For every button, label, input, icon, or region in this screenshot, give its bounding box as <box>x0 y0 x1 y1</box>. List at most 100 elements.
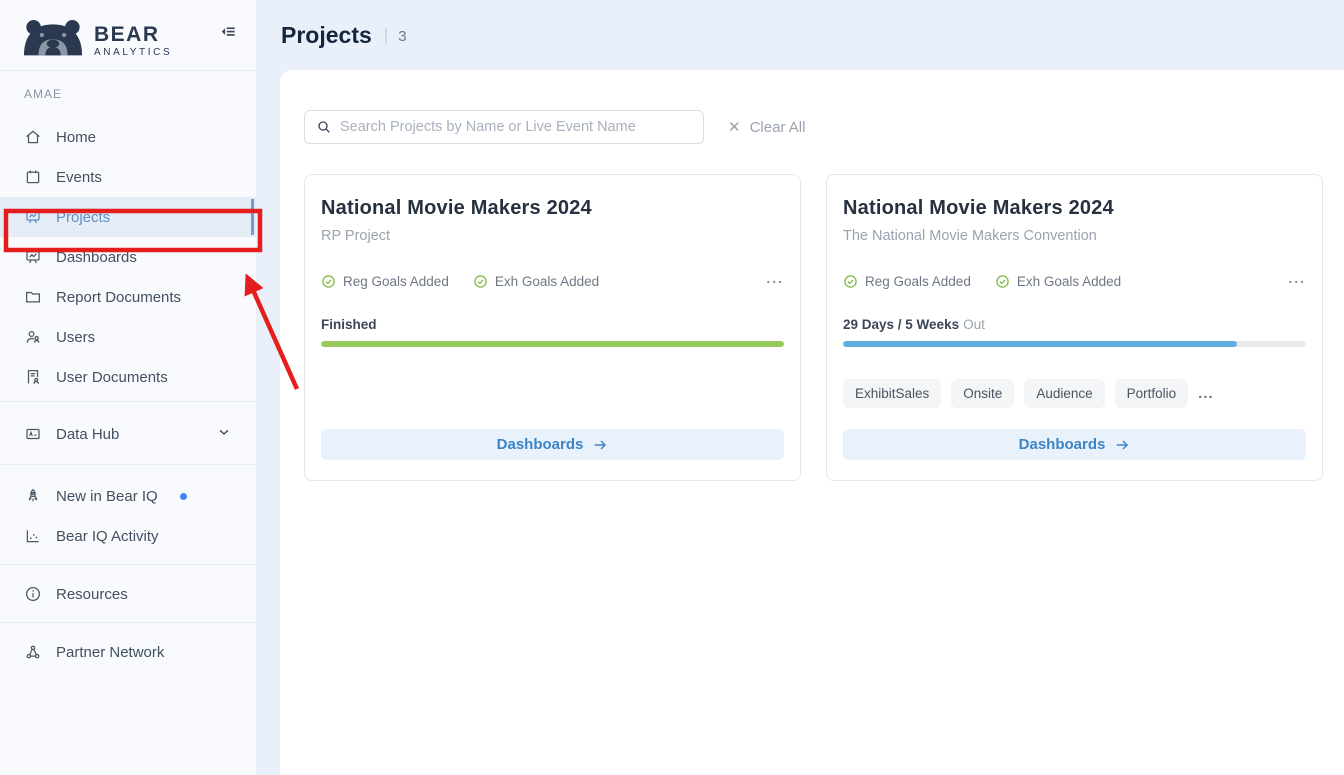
info-icon <box>24 585 42 603</box>
search-icon <box>316 119 332 135</box>
status-text: 29 Days / 5 Weeks <box>843 317 959 332</box>
sidebar-nav: Home Events Projects Dashboards <box>0 103 256 672</box>
project-card-list: National Movie Makers 2024 RP Project Re… <box>304 174 1323 481</box>
check-circle-icon <box>321 274 336 289</box>
sidebar-item-data-hub[interactable]: Data Hub <box>0 414 256 454</box>
arrow-right-icon <box>592 437 608 453</box>
goal-badge-label: Reg Goals Added <box>343 274 449 289</box>
check-circle-icon <box>995 274 1010 289</box>
sidebar-item-label: Data Hub <box>56 426 119 443</box>
presentation-chart-icon <box>24 208 42 226</box>
project-tag: Audience <box>1024 379 1104 408</box>
sidebar-item-home[interactable]: Home <box>0 117 256 157</box>
status-text: Finished <box>321 317 377 332</box>
search-box <box>304 110 704 144</box>
project-card: National Movie Makers 2024 RP Project Re… <box>304 174 801 481</box>
project-status: 29 Days / 5 Weeks Out <box>843 317 1306 332</box>
project-title: National Movie Makers 2024 <box>321 197 784 220</box>
clear-all-button[interactable]: ✕ Clear All <box>728 118 805 136</box>
project-tag: ExhibitSales <box>843 379 941 408</box>
filter-row: ✕ Clear All <box>304 110 1323 144</box>
presentation-chart-icon <box>24 248 42 266</box>
org-label: AMAE <box>0 71 256 103</box>
network-icon <box>24 643 42 661</box>
goal-badge: Exh Goals Added <box>473 274 599 289</box>
progress-bar <box>843 341 1306 347</box>
page-title: Projects <box>281 22 372 49</box>
collapse-sidebar-icon[interactable] <box>218 22 238 46</box>
sidebar-item-label: Resources <box>56 586 128 603</box>
sidebar-item-label: Projects <box>56 209 110 226</box>
bear-logo-icon <box>22 16 84 60</box>
sidebar-item-users[interactable]: Users <box>0 317 256 357</box>
search-input[interactable] <box>340 119 692 135</box>
home-icon <box>24 128 42 146</box>
brand-name-bottom: ANALYTICS <box>94 47 172 58</box>
sidebar: BEAR ANALYTICS AMAE Home <box>0 0 256 775</box>
project-title: National Movie Makers 2024 <box>843 197 1306 220</box>
brand-header: BEAR ANALYTICS <box>0 0 256 70</box>
sidebar-item-label: Report Documents <box>56 289 181 306</box>
dashboards-button-label: Dashboards <box>497 436 584 453</box>
card-menu-button[interactable]: ... <box>1288 271 1306 291</box>
sidebar-item-projects[interactable]: Projects <box>0 197 256 237</box>
tag-row: ExhibitSales Onsite Audience Portfolio .… <box>843 379 1306 408</box>
dashboards-button[interactable]: Dashboards <box>321 429 784 460</box>
sidebar-item-label: User Documents <box>56 369 168 386</box>
sidebar-item-label: Users <box>56 329 95 346</box>
sidebar-item-events[interactable]: Events <box>0 157 256 197</box>
status-suffix: Out <box>963 317 985 332</box>
brand-name: BEAR ANALYTICS <box>94 24 172 58</box>
calendar-icon <box>24 168 42 186</box>
folder-icon <box>24 288 42 306</box>
sidebar-item-partner-network[interactable]: Partner Network <box>0 632 256 672</box>
clear-all-label: Clear All <box>750 119 806 136</box>
project-subtitle: RP Project <box>321 228 784 244</box>
goal-badge-label: Reg Goals Added <box>865 274 971 289</box>
goal-badge: Exh Goals Added <box>995 274 1121 289</box>
project-subtitle: The National Movie Makers Convention <box>843 228 1306 244</box>
project-card: National Movie Makers 2024 The National … <box>826 174 1323 481</box>
goal-badge: Reg Goals Added <box>321 274 449 289</box>
app-root: BEAR ANALYTICS AMAE Home <box>0 0 1344 775</box>
sidebar-item-bear-iq-activity[interactable]: Bear IQ Activity <box>0 516 256 556</box>
more-tags-indicator: ... <box>1198 385 1214 402</box>
check-circle-icon <box>843 274 858 289</box>
project-tag: Portfolio <box>1115 379 1189 408</box>
activity-chart-icon <box>24 527 42 545</box>
check-circle-icon <box>473 274 488 289</box>
sidebar-item-report-documents[interactable]: Report Documents <box>0 277 256 317</box>
card-menu-button[interactable]: ... <box>766 271 784 291</box>
sidebar-item-new-in-bear-iq[interactable]: New in Bear IQ <box>0 476 256 516</box>
content-panel: ✕ Clear All National Movie Makers 2024 R… <box>280 70 1344 775</box>
sidebar-item-label: New in Bear IQ <box>56 488 158 505</box>
arrow-right-icon <box>1114 437 1130 453</box>
rocket-icon <box>24 487 42 505</box>
main-content: Projects | 3 ✕ Clear All <box>256 0 1344 775</box>
progress-fill <box>321 341 784 347</box>
badge-row: Reg Goals Added Exh Goals Added ... <box>843 271 1306 291</box>
sidebar-item-label: Bear IQ Activity <box>56 528 159 545</box>
brand-name-top: BEAR <box>94 24 172 45</box>
chevron-down-icon <box>216 424 232 444</box>
sidebar-item-resources[interactable]: Resources <box>0 574 256 614</box>
progress-bar <box>321 341 784 347</box>
data-hub-icon <box>24 425 42 443</box>
sidebar-item-dashboards[interactable]: Dashboards <box>0 237 256 277</box>
goal-badge-label: Exh Goals Added <box>495 274 599 289</box>
new-badge-dot <box>180 493 187 500</box>
dashboards-button[interactable]: Dashboards <box>843 429 1306 460</box>
title-separator: | <box>384 25 388 45</box>
sidebar-item-label: Events <box>56 169 102 186</box>
project-status: Finished <box>321 317 784 332</box>
page-header: Projects | 3 <box>256 0 1344 70</box>
badge-row: Reg Goals Added Exh Goals Added ... <box>321 271 784 291</box>
project-tag: Onsite <box>951 379 1014 408</box>
goal-badge: Reg Goals Added <box>843 274 971 289</box>
user-document-icon <box>24 368 42 386</box>
users-icon <box>24 328 42 346</box>
project-count: 3 <box>398 25 406 45</box>
dashboards-button-label: Dashboards <box>1019 436 1106 453</box>
sidebar-item-user-documents[interactable]: User Documents <box>0 357 256 397</box>
sidebar-item-label: Home <box>56 129 96 146</box>
